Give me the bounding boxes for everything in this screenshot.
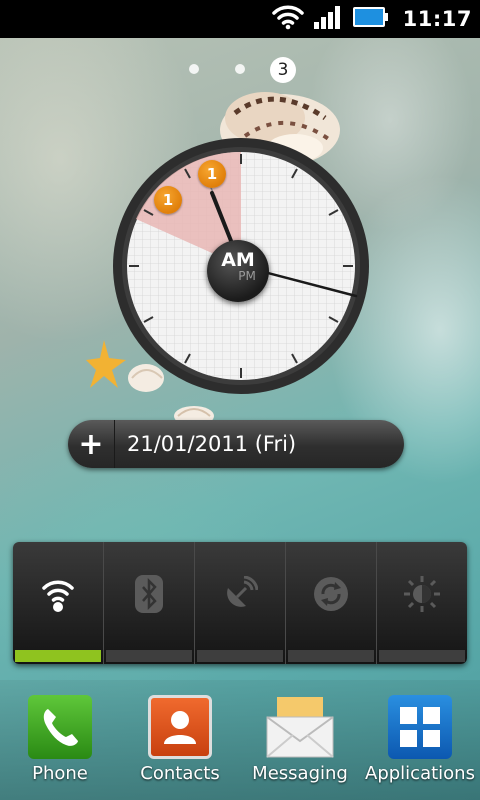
sync-icon xyxy=(313,576,349,616)
status-clock: 11:17 xyxy=(402,7,472,31)
alarm-badge[interactable]: 1 xyxy=(198,160,226,188)
applications-icon xyxy=(388,695,452,759)
wifi-icon xyxy=(271,4,305,34)
wifi-toggle[interactable] xyxy=(13,542,104,664)
gps-toggle[interactable] xyxy=(195,542,286,664)
alarm-badge[interactable]: 1 xyxy=(154,186,182,214)
dock-label: Messaging xyxy=(252,763,348,784)
dock-item-contacts[interactable]: Contacts xyxy=(125,695,235,784)
dock-item-applications[interactable]: Applications xyxy=(365,695,475,784)
battery-icon xyxy=(351,4,389,34)
dock-item-messaging[interactable]: Messaging xyxy=(245,695,355,784)
dock-label: Phone xyxy=(32,763,88,784)
am-label: AM xyxy=(221,249,255,271)
date-label: 21/01/2011 (Fri) xyxy=(127,432,297,456)
brightness-icon xyxy=(403,575,441,617)
wifi-icon xyxy=(41,574,75,618)
dock-item-phone[interactable]: Phone xyxy=(5,695,115,784)
page-dot[interactable] xyxy=(235,64,245,74)
add-event-button[interactable]: + xyxy=(68,420,115,468)
dock-label: Applications xyxy=(365,763,475,784)
gps-icon xyxy=(222,575,259,616)
brightness-toggle[interactable] xyxy=(377,542,467,664)
status-bar: 11:17 xyxy=(0,0,480,38)
sync-indicator xyxy=(288,650,374,662)
pm-label: PM xyxy=(238,269,256,283)
date-widget[interactable]: + 21/01/2011 (Fri) xyxy=(68,420,404,468)
brightness-indicator xyxy=(379,650,465,662)
page-dot[interactable] xyxy=(189,64,199,74)
dock: Phone Contacts Messaging Applications xyxy=(0,680,480,800)
dock-label: Contacts xyxy=(140,763,220,784)
sync-toggle[interactable] xyxy=(286,542,377,664)
phone-icon xyxy=(28,695,92,759)
messaging-icon xyxy=(266,695,334,759)
contacts-icon xyxy=(148,695,212,759)
bluetooth-icon xyxy=(135,575,163,617)
wifi-indicator xyxy=(15,650,101,662)
gps-indicator xyxy=(197,650,283,662)
signal-icon xyxy=(313,4,343,34)
bluetooth-indicator xyxy=(106,650,192,662)
bluetooth-toggle[interactable] xyxy=(104,542,195,664)
power-control-widget xyxy=(13,542,467,664)
am-pm-toggle[interactable]: AM PM xyxy=(207,240,269,302)
